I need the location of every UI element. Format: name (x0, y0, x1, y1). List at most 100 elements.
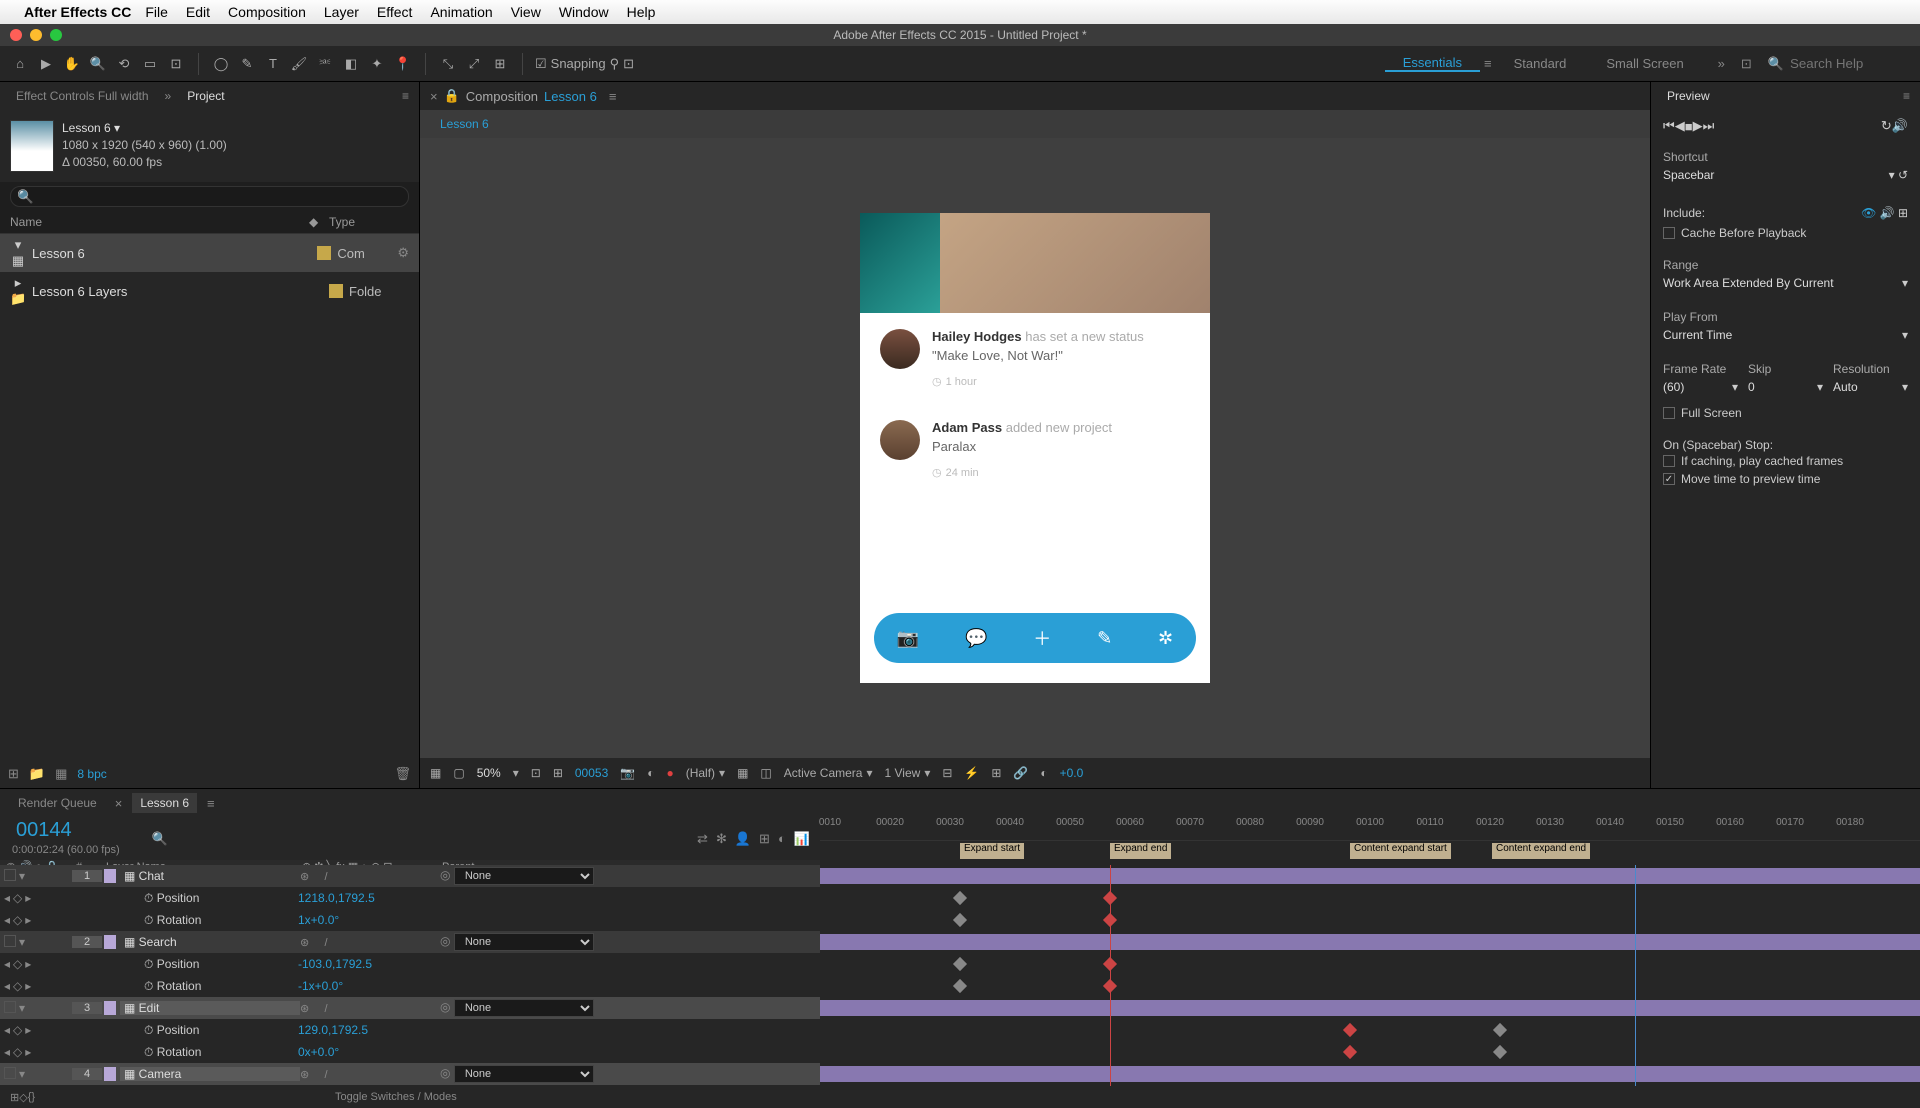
layer-name[interactable]: ▦ Edit (120, 1001, 300, 1015)
property-row[interactable]: ◂◇▸ ⏱ Rotation -1x+0.0° (0, 975, 820, 997)
pickwhip-icon[interactable]: ◎ (440, 1000, 450, 1014)
keyframe-icon[interactable] (1343, 1023, 1357, 1037)
layer-switches[interactable]: ⊛ / (300, 936, 440, 949)
gear-icon[interactable]: ✲ (1158, 628, 1173, 649)
layer-row[interactable]: ▾ 4 ▦ Camera ⊛ / ◎ None (0, 1063, 820, 1085)
property-row[interactable]: ◂◇▸ ⏱ Position 1218.0,1792.5 (0, 887, 820, 909)
next-kf-icon[interactable]: ▸ (25, 957, 31, 971)
property-row[interactable]: ◂◇▸ ⏱ Rotation 0x+0.0° (0, 1041, 820, 1063)
play-icon[interactable]: ▶ (1693, 118, 1703, 134)
world-axis-icon[interactable]: ⤢ (464, 54, 484, 74)
time-ruler[interactable]: 0010000200003000040000500006000070000800… (820, 817, 1920, 841)
mask-icon[interactable]: ◫ (760, 766, 771, 780)
last-frame-icon[interactable]: ⏭ (1703, 118, 1715, 134)
layer-switches[interactable]: ⊛ / (300, 1002, 440, 1015)
col-name[interactable]: Name (10, 215, 309, 229)
prev-kf-icon[interactable]: ◂ (4, 979, 10, 993)
selection-tool-icon[interactable]: ▶ (36, 54, 56, 74)
new-folder-icon[interactable]: 📁 (29, 766, 45, 782)
panbehind-tool-icon[interactable]: ⊡ (166, 54, 186, 74)
menu-effect[interactable]: Effect (377, 4, 413, 20)
label-swatch[interactable] (329, 284, 343, 298)
add-kf-icon[interactable]: ◇ (13, 1023, 22, 1037)
resolution-select[interactable]: (Half) (686, 766, 715, 780)
snap-grid-icon[interactable]: ⊡ (623, 56, 634, 72)
menu-help[interactable]: Help (627, 4, 656, 20)
camera-select[interactable]: Active Camera (784, 766, 863, 780)
clone-tool-icon[interactable]: ⎃ (315, 54, 335, 74)
layer-name[interactable]: ▦ Chat (120, 869, 300, 883)
prev-kf-icon[interactable]: ◂ (4, 891, 10, 905)
add-kf-icon[interactable]: ◇ (13, 891, 22, 905)
property-name[interactable]: ⏱ Rotation (114, 979, 294, 994)
puppet-tool-icon[interactable]: 📍 (393, 54, 413, 74)
dropdown-icon[interactable]: ▾ (1902, 328, 1908, 342)
delete-icon[interactable]: 🗑 (394, 766, 411, 782)
prev-kf-icon[interactable]: ◂ (4, 1045, 10, 1059)
minimize-icon[interactable] (30, 29, 42, 41)
property-name[interactable]: ⏱ Position (114, 1023, 294, 1038)
layer-label-color[interactable] (104, 1067, 116, 1081)
keyframe-icon[interactable] (1343, 1045, 1357, 1059)
text-tool-icon[interactable]: T (263, 54, 283, 74)
sync-settings-icon[interactable]: ⊡ (1741, 56, 1752, 72)
property-name[interactable]: ⏱ Rotation (114, 913, 294, 928)
mute-icon[interactable]: 🔊 (1892, 118, 1908, 134)
keyframe-icon[interactable] (1493, 1023, 1507, 1037)
rotate-tool-icon[interactable]: ⟲ (114, 54, 134, 74)
camera-tool-icon[interactable]: ▭ (140, 54, 160, 74)
property-name[interactable]: ⏱ Position (114, 957, 294, 972)
keyframe-icon[interactable] (953, 979, 967, 993)
eraser-tool-icon[interactable]: ◧ (341, 54, 361, 74)
property-row[interactable]: ◂◇▸ ⏱ Position -103.0,1792.5 (0, 953, 820, 975)
hand-tool-icon[interactable]: ✋ (62, 54, 82, 74)
property-value[interactable]: 129.0,1792.5 (294, 1023, 368, 1037)
next-kf-icon[interactable]: ▸ (25, 1045, 31, 1059)
layer-label-color[interactable] (104, 935, 116, 949)
twirl-icon[interactable]: ▾ (19, 935, 25, 949)
motion-blur-icon[interactable]: ◐ (778, 831, 786, 846)
guides-icon[interactable]: ▦ (737, 766, 748, 780)
parent-select[interactable]: None (454, 1065, 594, 1083)
flowchart-icon[interactable]: ⚙ (397, 245, 409, 261)
menu-edit[interactable]: Edit (186, 4, 210, 20)
timeline-search-icon[interactable]: 🔍 (152, 831, 168, 847)
skip-select[interactable]: 0 (1748, 380, 1755, 394)
workspace-small-screen[interactable]: Small Screen (1588, 56, 1701, 71)
workspace-overflow-icon[interactable]: » (1718, 56, 1725, 71)
toggle-transparency-icon[interactable]: ▢ (453, 766, 464, 780)
toggle-switches-modes[interactable]: Toggle Switches / Modes (335, 1091, 457, 1103)
comp-marker[interactable]: Content expand start (1350, 843, 1451, 859)
pixel-aspect-icon[interactable]: ⊟ (942, 766, 952, 780)
add-kf-icon[interactable]: ◇ (13, 913, 22, 927)
resolution-select[interactable]: Auto (1833, 380, 1858, 394)
exposure-value[interactable]: +0.0 (1060, 766, 1084, 780)
draft3d-icon[interactable]: ✻ (716, 831, 727, 847)
composition-name[interactable]: Lesson 6 (544, 89, 597, 104)
exposure-reset-icon[interactable]: ◐ (1040, 766, 1047, 780)
project-item-folder[interactable]: ▸ 📁 Lesson 6 Layers Folde (0, 272, 419, 310)
tab-effect-controls[interactable]: Effect Controls Full width (10, 87, 155, 105)
close-icon[interactable] (10, 29, 22, 41)
bpc-indicator[interactable]: 8 bpc (77, 767, 106, 781)
project-item-comp[interactable]: ▾ ▦ Lesson 6 Com ⚙ (0, 234, 419, 272)
brackets-icon[interactable]: {} (28, 1091, 35, 1103)
col-label-swatch[interactable]: ◆ (309, 215, 329, 229)
snapping-checkbox[interactable]: ☑ (535, 56, 547, 72)
property-name[interactable]: ⏱ Rotation (114, 1045, 294, 1060)
include-overlays-icon[interactable]: ⊞ (1898, 206, 1908, 220)
next-kf-icon[interactable]: ▸ (25, 913, 31, 927)
layer-label-color[interactable] (104, 869, 116, 883)
pen-tool-icon[interactable]: ✎ (237, 54, 257, 74)
property-value[interactable]: -103.0,1792.5 (294, 957, 372, 971)
parent-select[interactable]: None (454, 867, 594, 885)
current-frame[interactable]: 00053 (575, 766, 608, 780)
playhead[interactable] (1110, 865, 1111, 1086)
prev-frame-icon[interactable]: ◀ (1675, 118, 1685, 134)
tab-timeline-comp[interactable]: Lesson 6 (132, 793, 197, 813)
timeline-icon[interactable]: ⊞ (991, 766, 1001, 780)
menu-file[interactable]: File (145, 4, 168, 20)
parent-select[interactable]: None (454, 933, 594, 951)
new-comp-icon[interactable]: ▦ (55, 766, 67, 782)
menu-layer[interactable]: Layer (324, 4, 359, 20)
